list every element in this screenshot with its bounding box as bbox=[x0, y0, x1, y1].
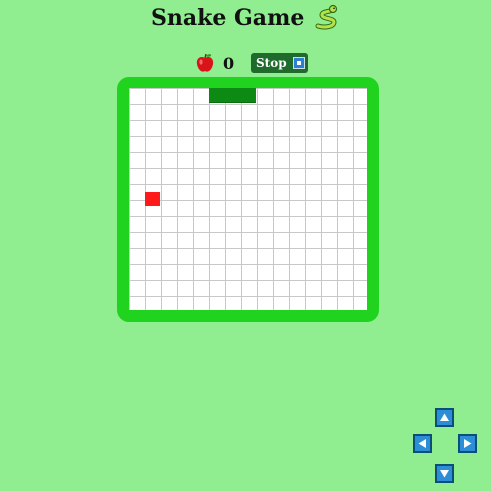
stop-button[interactable]: Stop bbox=[251, 53, 308, 73]
game-title: Snake Game bbox=[150, 5, 305, 31]
score-bar: 0 Stop bbox=[194, 52, 308, 74]
stop-button-label: Stop bbox=[256, 56, 287, 70]
arrow-down-button[interactable] bbox=[435, 464, 454, 483]
stop-square-icon bbox=[292, 57, 305, 69]
game-board-frame bbox=[117, 77, 379, 322]
food bbox=[145, 192, 160, 206]
score-value: 0 bbox=[223, 53, 235, 73]
game-title-bar: Snake Game bbox=[0, 4, 491, 37]
snake bbox=[209, 88, 256, 103]
arrow-up-button[interactable] bbox=[435, 408, 454, 427]
arrow-left-button[interactable] bbox=[413, 434, 432, 453]
snake-icon bbox=[314, 4, 340, 37]
arrow-right-button[interactable] bbox=[458, 434, 477, 453]
game-board[interactable] bbox=[129, 88, 367, 310]
apple-icon bbox=[194, 52, 216, 74]
